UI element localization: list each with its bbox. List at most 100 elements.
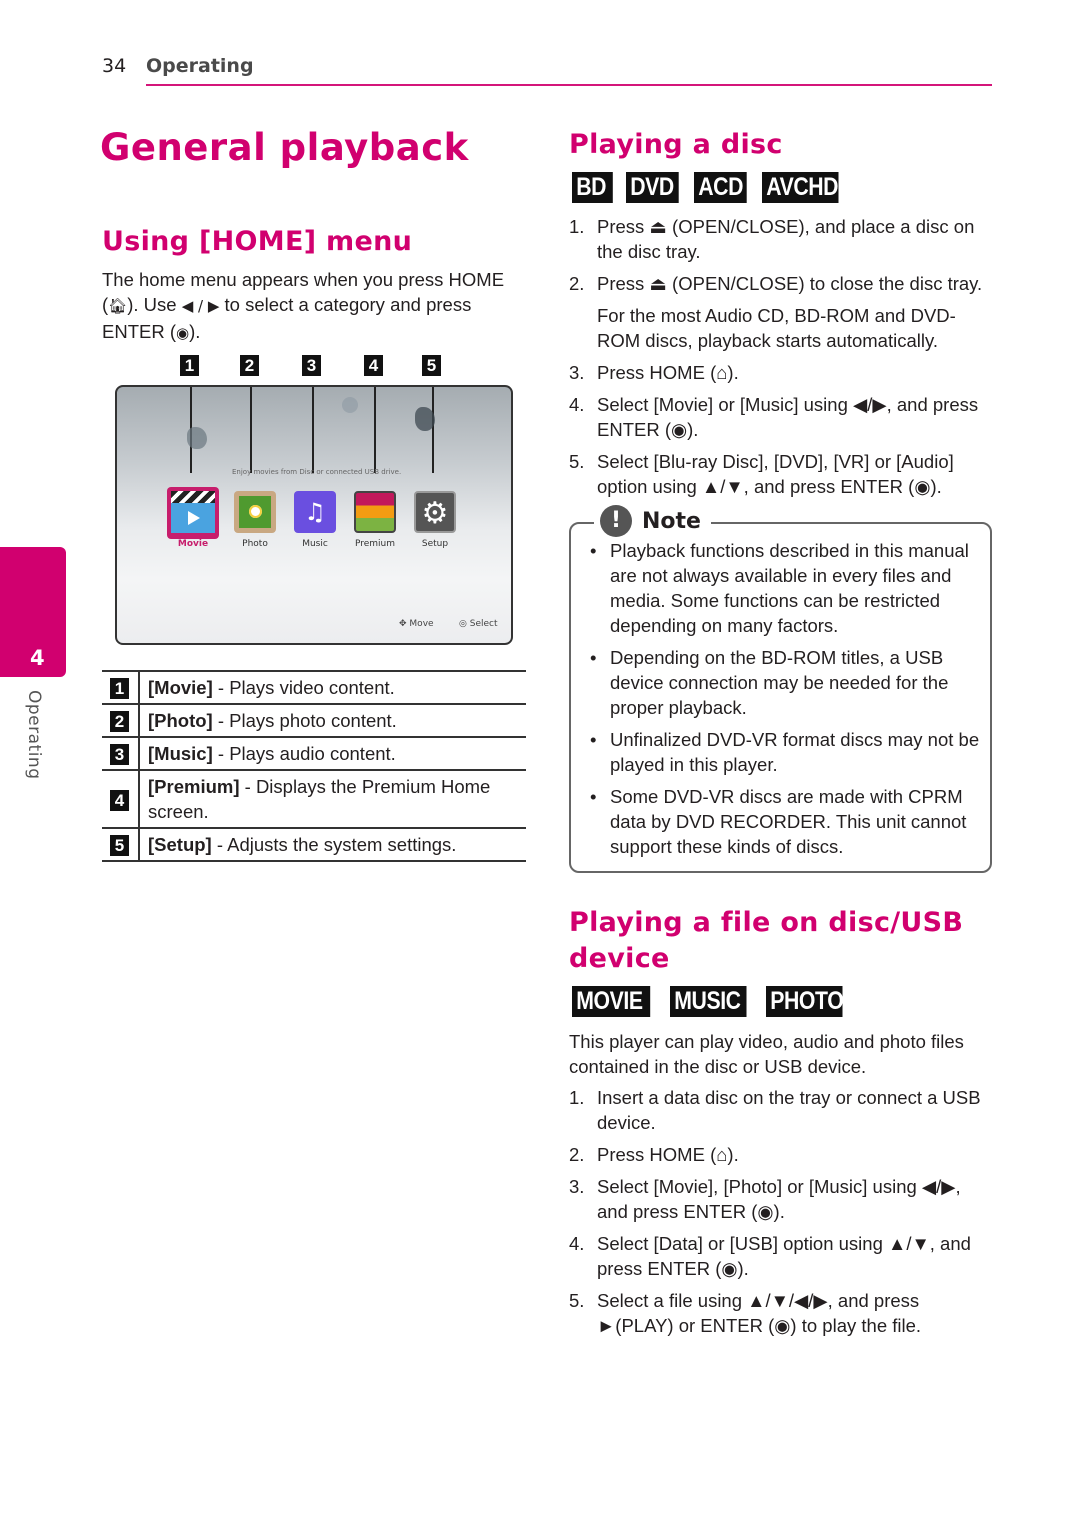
table-row: 5 [Setup] - Adjusts the system settings. [102,827,526,862]
callout-4: 4 [364,355,383,376]
step: 3. Press HOME (⌂). [569,360,994,385]
setup-app-icon[interactable]: ⚙ [414,491,456,533]
tag-movie: MOVIE [572,986,651,1017]
step: 4. Select [Data] or [USB] option using ▲/… [569,1231,994,1281]
tag-dvd: DVD [626,172,679,203]
step-number: 5. [569,451,585,472]
step-number: 2. [569,1144,585,1165]
left-right-arrows-icon: ◀ / ▶ [181,297,220,315]
intro-line-2: (🏠︎). Use ◀ / ▶ to select a category and… [102,292,522,319]
home-menu-intro: The home menu appears when you press HOM… [102,267,522,346]
step: 2. Press ⏏ (OPEN/CLOSE) to close the disc… [569,271,994,353]
item-desc: - Adjusts the system settings. [211,834,457,855]
row-number: 3 [110,744,129,765]
item-desc: - Plays video content. [212,677,395,698]
step-subtext: For the most Audio CD, BD-ROM and DVD-RO… [597,305,956,351]
note-item: Some DVD-VR discs are made with CPRM dat… [590,784,985,859]
step: 3. Select [Movie], [Photo] or [Music] usi… [569,1174,994,1224]
home-menu-screenshot: Enjoy movies from Disc or connected USB … [115,385,513,645]
exclamation-icon: ! [600,505,632,537]
step-number: 1. [569,1087,585,1108]
leader-line [432,387,434,473]
item-desc: - Plays audio content. [212,743,396,764]
step-number: 5. [569,1290,585,1311]
home-menu-heading: Using [HOME] menu [102,226,413,257]
select-label: Select [469,619,498,629]
screen-hint: Enjoy movies from Disc or connected USB … [232,468,402,476]
tag-bd: BD [572,172,613,203]
row-number: 2 [110,711,129,732]
note-title: Note [642,508,701,534]
step-number: 1. [569,216,585,237]
item-name: [Music] [148,743,213,764]
step-text: Select a file using ▲/▼/◀/▶, and press ►… [597,1290,922,1336]
playing-disc-heading: Playing a disc [569,129,783,160]
enter-icon: ◉ [176,324,190,342]
spotlight-decoration [415,407,435,431]
step-text: Select [Blu-ray Disc], [DVD], [VR] or [A… [597,451,954,497]
home-menu-table: 1 [Movie] - Plays video content. 2 [Phot… [102,670,526,862]
step: 1. Insert a data disc on the tray or conn… [569,1085,994,1135]
table-row: 2 [Photo] - Plays photo content. [102,703,526,738]
file-type-tags: MOVIE MUSIC PHOTO [572,986,856,1017]
step-number: 4. [569,394,585,415]
tag-music: MUSIC [670,986,747,1017]
note-header: ! Note [594,505,711,537]
item-name: [Setup] [148,834,212,855]
disc-type-tags: BD DVD ACD AVCHD [572,172,852,203]
step-text: Press HOME (⌂). [597,362,739,383]
row-number: 4 [110,789,129,811]
step-number: 4. [569,1233,585,1254]
movie-app-icon[interactable] [167,487,219,539]
step-number: 2. [569,273,585,294]
chapter-label: Operating [24,690,44,780]
photo-app-icon[interactable] [234,491,276,533]
step: 2. Press HOME (⌂). [569,1142,994,1167]
note-item: Depending on the BD-ROM titles, a USB de… [590,645,985,720]
note-item: Unfinalized DVD-VR format discs may not … [590,727,985,777]
tag-acd: ACD [694,172,747,203]
table-row: 3 [Music] - Plays audio content. [102,736,526,771]
step-text: Press ⏏ (OPEN/CLOSE), and place a disc o… [597,216,975,262]
step-text: Press ⏏ (OPEN/CLOSE) to close the disc t… [597,273,983,294]
select-icon: ◎ [459,619,467,629]
move-icon: ✥ [399,619,407,629]
row-number: 5 [110,835,129,856]
step-number: 3. [569,362,585,383]
premium-app-icon[interactable] [354,491,396,533]
intro-text: ). [189,321,201,342]
leader-line [312,387,314,473]
leader-line [374,387,376,473]
select-hint: ◎ Select [459,619,498,629]
section-title: Operating [146,55,254,77]
home-icon: 🏠︎ [108,297,128,315]
callout-5: 5 [422,355,441,376]
music-app-icon[interactable]: ♫ [294,491,336,533]
intro-line-1: The home menu appears when you press HOM… [102,269,505,290]
step: 4. Select [Movie] or [Music] using ◀/▶, a… [569,392,994,442]
callout-1: 1 [180,355,199,376]
file-steps: 1. Insert a data disc on the tray or conn… [569,1085,994,1345]
step-text: Press HOME (⌂). [597,1144,739,1165]
step: 1. Press ⏏ (OPEN/CLOSE), and place a disc… [569,214,994,264]
leader-line [250,387,252,473]
page-title: General playback [100,126,469,169]
intro-text: ). Use [127,294,182,315]
disc-steps: 1. Press ⏏ (OPEN/CLOSE), and place a disc… [569,214,994,506]
step-text: Select [Movie] or [Music] using ◀/▶, and… [597,394,979,440]
intro-text: ENTER ( [102,321,176,342]
spotlight-decoration [187,427,207,449]
app-label-movie: Movie [177,539,209,549]
header-rule [146,84,992,86]
step: 5. Select a file using ▲/▼/◀/▶, and press… [569,1288,994,1338]
tag-photo: PHOTO [766,986,844,1017]
callout-3: 3 [302,355,321,376]
item-name: [Movie] [148,677,213,698]
heading-line-2: device [569,943,670,974]
step-text: Select [Movie], [Photo] or [Music] using… [597,1176,961,1222]
playing-file-heading: Playing a file on disc/USB device [569,905,963,977]
step-text: Select [Data] or [USB] option using ▲/▼,… [597,1233,971,1279]
callout-2: 2 [240,355,259,376]
step-text: Insert a data disc on the tray or connec… [597,1087,981,1133]
intro-line-3: ENTER (◉). [102,319,522,346]
